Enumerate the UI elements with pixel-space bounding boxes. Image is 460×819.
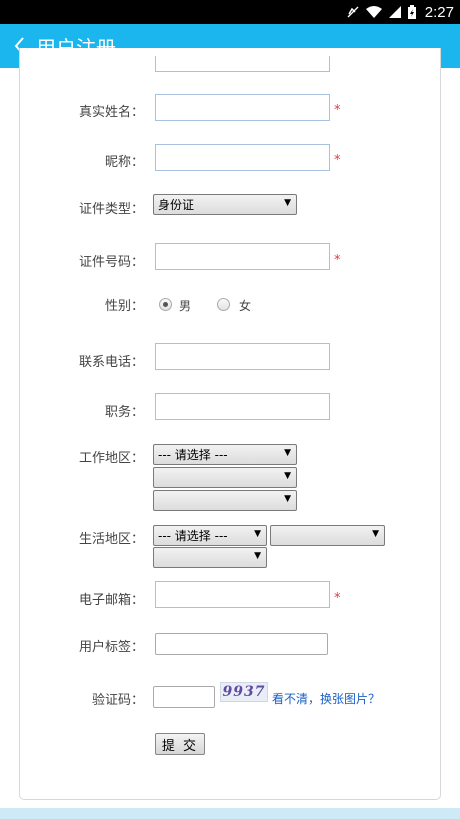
captcha-refresh-link[interactable]: 看不清，换张图片？ [272, 690, 380, 707]
id-number-field[interactable] [155, 243, 330, 270]
real-name-label: 真实姓名： [79, 105, 145, 120]
dropdown-arrow-icon: ▼ [372, 529, 379, 539]
email-label: 电子邮箱： [79, 593, 145, 608]
real-name-field[interactable] [155, 94, 330, 121]
captcha-field[interactable] [153, 686, 215, 708]
dropdown-arrow-icon: ▼ [284, 471, 291, 481]
work-district-select[interactable]: ▼ [153, 490, 297, 511]
work-city-select[interactable]: ▼ [153, 467, 297, 488]
wifi-icon [365, 6, 382, 18]
id-type-value: 身份证 [158, 198, 195, 212]
mute-icon [347, 6, 359, 18]
status-bar: 2:27 [0, 0, 460, 24]
job-label: 职务： [105, 405, 145, 420]
signal-icon [388, 6, 401, 18]
required-mark: * [334, 253, 341, 268]
gender-option-male: 男 [179, 299, 192, 313]
bottom-strip [0, 808, 460, 819]
live-province-value: --- 请选择 --- [158, 529, 228, 543]
work-region-label: 工作地区： [79, 451, 145, 466]
required-mark: * [334, 103, 341, 118]
nickname-label: 昵称： [105, 155, 145, 170]
gender-option-female: 女 [239, 299, 252, 313]
phone-label: 联系电话： [79, 355, 145, 370]
id-number-label: 证件号码： [79, 255, 145, 270]
submit-button[interactable]: 提 交 [155, 733, 205, 755]
id-type-label: 证件类型： [79, 202, 145, 217]
job-field[interactable] [155, 393, 330, 420]
status-icons: 2:27 [346, 2, 454, 22]
clock: 2:27 [424, 3, 454, 21]
submit-label: 提 交 [161, 738, 199, 754]
gender-label: 性别： [105, 299, 145, 314]
captcha-label: 验证码： [92, 693, 145, 708]
dropdown-arrow-icon: ▼ [284, 448, 291, 458]
phone-field[interactable] [155, 343, 330, 370]
user-tag-field[interactable] [155, 633, 328, 655]
username-field[interactable] [155, 56, 330, 72]
required-mark: * [334, 153, 341, 168]
nickname-field[interactable] [155, 144, 330, 171]
battery-icon [407, 4, 416, 19]
live-province-select[interactable]: --- 请选择 --- ▼ [153, 525, 267, 546]
captcha-image[interactable]: 9937 [220, 682, 268, 702]
gender-radio-male[interactable] [159, 298, 172, 311]
work-province-select[interactable]: --- 请选择 --- ▼ [153, 444, 297, 465]
captcha-code: 9937 [222, 684, 266, 700]
dropdown-arrow-icon: ▼ [254, 529, 261, 539]
dropdown-arrow-icon: ▼ [284, 494, 291, 504]
gender-radio-female[interactable] [217, 298, 230, 311]
id-type-select[interactable]: 身份证 ▼ [153, 194, 297, 215]
work-province-value: --- 请选择 --- [158, 448, 228, 462]
user-tag-label: 用户标签： [79, 640, 145, 655]
dropdown-arrow-icon: ▼ [284, 198, 291, 208]
required-mark: * [334, 591, 341, 606]
dropdown-arrow-icon: ▼ [254, 551, 261, 561]
live-district-select[interactable]: ▼ [153, 547, 267, 568]
live-region-label: 生活地区： [79, 532, 145, 547]
live-city-select[interactable]: ▼ [270, 525, 385, 546]
email-field[interactable] [155, 581, 330, 608]
